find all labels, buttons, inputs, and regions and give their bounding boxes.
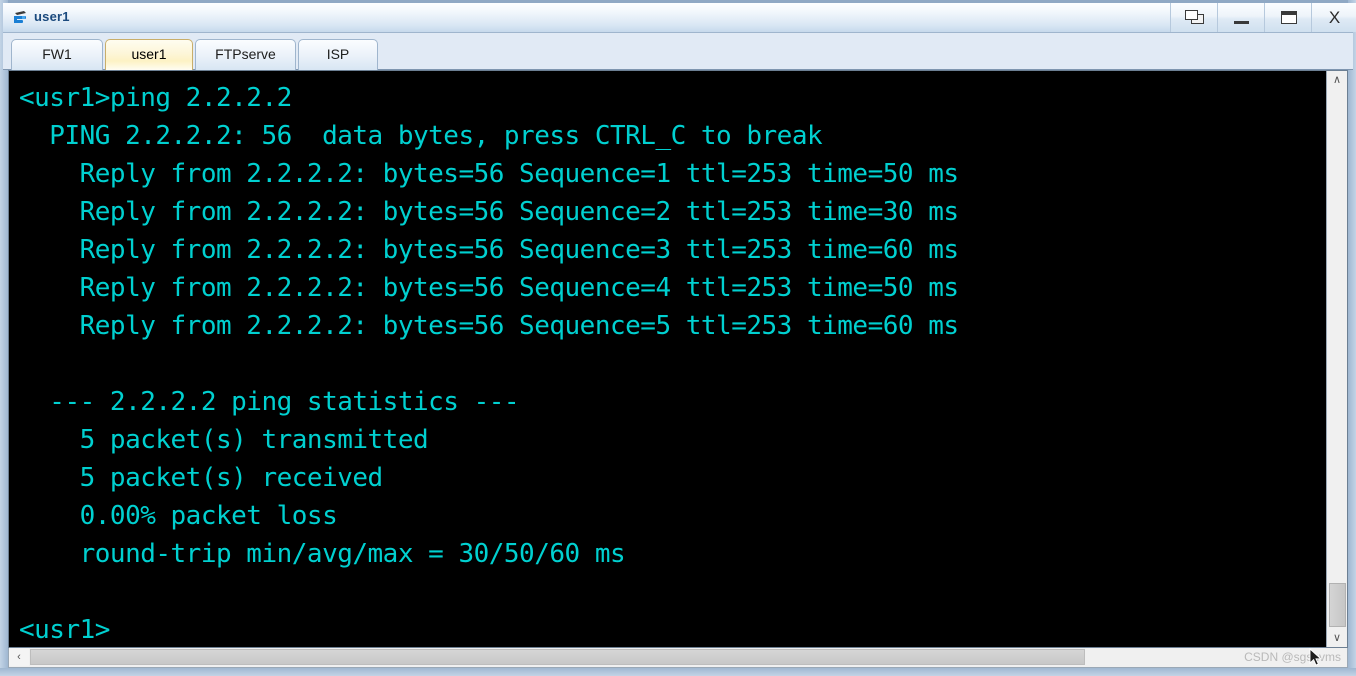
close-icon: X: [1328, 8, 1341, 27]
maximize-button[interactable]: [1264, 3, 1311, 32]
terminal-output[interactable]: <usr1>ping 2.2.2.2 PING 2.2.2.2: 56 data…: [9, 71, 1326, 647]
vertical-scrollbar-thumb[interactable]: [1329, 583, 1346, 627]
tab-bar: FW1 user1 FTPserve ISP: [3, 33, 1353, 70]
terminal-text: <usr1>ping 2.2.2.2 PING 2.2.2.2: 56 data…: [19, 79, 959, 647]
watermark: CSDN @sgshvms: [1244, 650, 1341, 664]
window-title: user1: [34, 9, 70, 24]
device-icon: [11, 8, 31, 28]
terminal-line: Reply from 2.2.2.2: bytes=56 Sequence=3 …: [19, 235, 959, 265]
window-frame-right: [1348, 0, 1356, 676]
scroll-up-icon[interactable]: ∧: [1327, 71, 1347, 89]
terminal-line: 5 packet(s) received: [19, 463, 384, 493]
scroll-down-icon[interactable]: ∨: [1327, 629, 1347, 647]
horizontal-scrollbar[interactable]: ‹ CSDN @sgshvms: [8, 648, 1348, 668]
tab-user1[interactable]: user1: [105, 39, 193, 70]
tab-fw1[interactable]: FW1: [11, 39, 103, 70]
restore-button[interactable]: [1170, 3, 1217, 32]
terminal-line: Reply from 2.2.2.2: bytes=56 Sequence=5 …: [19, 311, 959, 341]
terminal-line: <usr1>: [19, 615, 110, 645]
minimize-button[interactable]: [1217, 3, 1264, 32]
restore-icon: [1185, 10, 1205, 25]
horizontal-scrollbar-thumb[interactable]: [30, 649, 1085, 665]
vertical-scrollbar[interactable]: ∧ ∨: [1326, 71, 1347, 647]
minimize-icon: [1234, 21, 1249, 24]
maximize-icon: [1281, 11, 1297, 24]
terminal-line: <usr1>ping 2.2.2.2: [19, 83, 292, 113]
window-frame-bottom: [0, 668, 1356, 676]
terminal-line: --- 2.2.2.2 ping statistics ---: [19, 387, 520, 417]
title-bar[interactable]: user1 X: [3, 3, 1356, 33]
terminal-line: round-trip min/avg/max = 30/50/60 ms: [19, 539, 626, 569]
window-frame-left: [0, 0, 8, 676]
terminal-window: user1 X FW1 user1 FTPserve ISP <usr1>pin…: [0, 0, 1356, 676]
scroll-left-icon[interactable]: ‹: [9, 648, 29, 666]
terminal-line: 5 packet(s) transmitted: [19, 425, 429, 455]
close-button[interactable]: X: [1311, 3, 1356, 32]
terminal-line: 0.00% packet loss: [19, 501, 338, 531]
terminal-line: Reply from 2.2.2.2: bytes=56 Sequence=2 …: [19, 197, 959, 227]
tab-ftpserve[interactable]: FTPserve: [195, 39, 296, 70]
terminal-line: Reply from 2.2.2.2: bytes=56 Sequence=1 …: [19, 159, 959, 189]
terminal-line: Reply from 2.2.2.2: bytes=56 Sequence=4 …: [19, 273, 959, 303]
terminal-line: PING 2.2.2.2: 56 data bytes, press CTRL_…: [19, 121, 823, 151]
terminal-panel: <usr1>ping 2.2.2.2 PING 2.2.2.2: 56 data…: [8, 70, 1348, 648]
tab-isp[interactable]: ISP: [298, 39, 378, 70]
